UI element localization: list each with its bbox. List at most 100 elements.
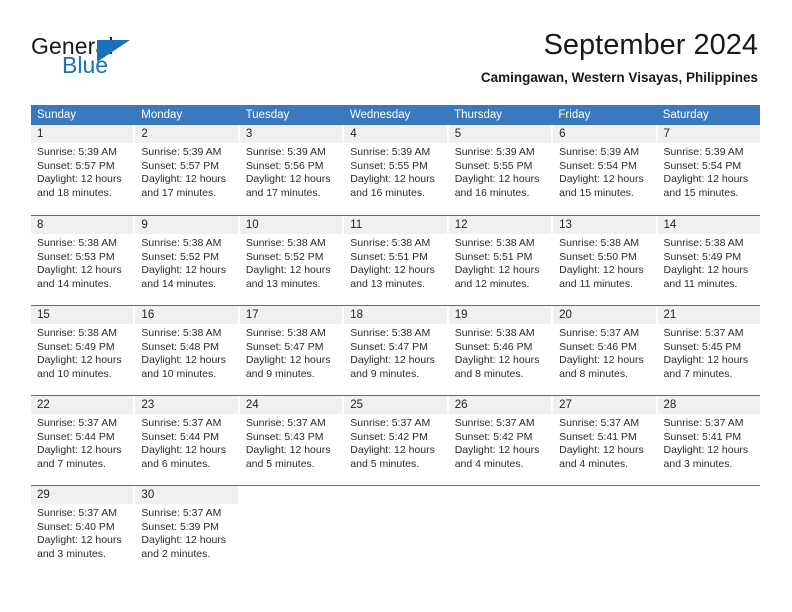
sunset-text: Sunset: 5:47 PM (245, 340, 324, 353)
weekday-header-row: Sunday Monday Tuesday Wednesday Thursday… (31, 105, 760, 125)
day-cell[interactable]: 9 Sunrise: 5:38 AM Sunset: 5:52 PM Dayli… (135, 216, 240, 305)
daylight-text-line2: and 10 minutes. (141, 367, 217, 380)
week-row: 8 Sunrise: 5:38 AM Sunset: 5:53 PM Dayli… (31, 215, 760, 305)
day-cell[interactable]: 5 Sunrise: 5:39 AM Sunset: 5:55 PM Dayli… (448, 125, 554, 215)
sunset-text: Sunset: 5:40 PM (37, 520, 115, 533)
day-cell[interactable]: 30 Sunrise: 5:37 AM Sunset: 5:39 PM Dayl… (135, 486, 240, 575)
daylight-text-line2: and 14 minutes. (141, 277, 217, 290)
day-cell[interactable]: 28 Sunrise: 5:37 AM Sunset: 5:41 PM Dayl… (657, 396, 760, 485)
day-cell[interactable]: 27 Sunrise: 5:37 AM Sunset: 5:41 PM Dayl… (553, 396, 658, 485)
daylight-text-line2: and 14 minutes. (37, 277, 112, 290)
day-number (240, 486, 342, 504)
brand-logo[interactable]: General Blue (31, 33, 251, 89)
daylight-text-line2: and 15 minutes. (559, 186, 634, 199)
sunset-text: Sunset: 5:51 PM (454, 250, 533, 263)
sunset-text: Sunset: 5:44 PM (141, 430, 220, 443)
daylight-text-line2: and 12 minutes. (454, 277, 530, 290)
day-cell[interactable]: 26 Sunrise: 5:37 AM Sunset: 5:42 PM Dayl… (448, 396, 554, 485)
sunset-text: Sunset: 5:53 PM (37, 250, 115, 263)
weekday-header-saturday: Saturday (662, 109, 709, 121)
daylight-text-line1: Daylight: 12 hours (245, 173, 331, 186)
daylight-text-line2: and 8 minutes. (454, 367, 524, 380)
day-number: 13 (553, 216, 656, 234)
day-cell[interactable]: 16 Sunrise: 5:38 AM Sunset: 5:48 PM Dayl… (135, 306, 240, 395)
day-cell-empty (449, 486, 554, 575)
sunrise-text: Sunrise: 5:37 AM (559, 327, 640, 339)
sunset-text: Sunset: 5:47 PM (350, 340, 428, 353)
day-number: 4 (344, 125, 447, 143)
sunrise-text: Sunrise: 5:37 AM (663, 417, 744, 429)
day-cell[interactable]: 17 Sunrise: 5:38 AM Sunset: 5:47 PM Dayl… (239, 306, 345, 395)
day-number (344, 486, 446, 504)
day-cell[interactable]: 11 Sunrise: 5:38 AM Sunset: 5:51 PM Dayl… (344, 216, 449, 305)
daylight-text-line1: Daylight: 12 hours (559, 354, 644, 367)
day-cell[interactable]: 1 Sunrise: 5:39 AM Sunset: 5:57 PM Dayli… (31, 125, 136, 215)
daylight-text-line1: Daylight: 12 hours (350, 173, 435, 186)
daylight-text-line1: Daylight: 12 hours (559, 173, 644, 186)
sunset-text: Sunset: 5:57 PM (37, 159, 115, 172)
sunset-text: Sunset: 5:50 PM (559, 250, 637, 263)
day-cell[interactable]: 4 Sunrise: 5:39 AM Sunset: 5:55 PM Dayli… (344, 125, 449, 215)
day-cell[interactable]: 12 Sunrise: 5:38 AM Sunset: 5:51 PM Dayl… (448, 216, 554, 305)
sunset-text: Sunset: 5:41 PM (559, 430, 637, 443)
day-cell[interactable]: 19 Sunrise: 5:38 AM Sunset: 5:46 PM Dayl… (448, 306, 554, 395)
day-cell[interactable]: 2 Sunrise: 5:39 AM Sunset: 5:57 PM Dayli… (135, 125, 240, 215)
sunset-text: Sunset: 5:42 PM (350, 430, 428, 443)
day-info: Sunrise: 5:37 AM Sunset: 5:45 PM Dayligh… (658, 324, 760, 381)
sunset-text: Sunset: 5:43 PM (245, 430, 324, 443)
sunrise-text: Sunrise: 5:38 AM (37, 237, 117, 249)
daylight-text-line1: Daylight: 12 hours (141, 534, 227, 547)
day-info: Sunrise: 5:37 AM Sunset: 5:44 PM Dayligh… (31, 414, 133, 471)
sunrise-text: Sunrise: 5:37 AM (37, 417, 117, 429)
day-cell[interactable]: 29 Sunrise: 5:37 AM Sunset: 5:40 PM Dayl… (31, 486, 136, 575)
day-number: 23 (135, 396, 238, 414)
day-cell[interactable]: 10 Sunrise: 5:38 AM Sunset: 5:52 PM Dayl… (239, 216, 345, 305)
day-number: 22 (31, 396, 134, 414)
sunrise-text: Sunrise: 5:38 AM (37, 327, 117, 339)
daylight-text-line2: and 2 minutes. (141, 547, 211, 560)
day-cell[interactable]: 22 Sunrise: 5:37 AM Sunset: 5:44 PM Dayl… (31, 396, 136, 485)
daylight-text-line1: Daylight: 12 hours (245, 264, 331, 277)
sunset-text: Sunset: 5:39 PM (141, 520, 220, 533)
daylight-text-line2: and 11 minutes. (559, 277, 634, 290)
daylight-text-line2: and 9 minutes. (245, 367, 315, 380)
sunset-text: Sunset: 5:49 PM (37, 340, 115, 353)
day-cell[interactable]: 13 Sunrise: 5:38 AM Sunset: 5:50 PM Dayl… (553, 216, 658, 305)
day-number: 5 (448, 125, 552, 143)
day-cell[interactable]: 20 Sunrise: 5:37 AM Sunset: 5:46 PM Dayl… (553, 306, 658, 395)
daylight-text-line2: and 7 minutes. (37, 457, 106, 470)
daylight-text-line2: and 4 minutes. (559, 457, 628, 470)
daylight-text-line1: Daylight: 12 hours (141, 173, 227, 186)
sunset-text: Sunset: 5:49 PM (663, 250, 742, 263)
day-info: Sunrise: 5:37 AM Sunset: 5:40 PM Dayligh… (31, 504, 133, 561)
day-info: Sunrise: 5:38 AM Sunset: 5:51 PM Dayligh… (344, 234, 446, 291)
day-cell[interactable]: 23 Sunrise: 5:37 AM Sunset: 5:44 PM Dayl… (135, 396, 240, 485)
day-cell[interactable]: 3 Sunrise: 5:39 AM Sunset: 5:56 PM Dayli… (239, 125, 345, 215)
day-cell[interactable]: 15 Sunrise: 5:38 AM Sunset: 5:49 PM Dayl… (31, 306, 136, 395)
day-cell[interactable]: 18 Sunrise: 5:38 AM Sunset: 5:47 PM Dayl… (344, 306, 449, 395)
sunset-text: Sunset: 5:54 PM (559, 159, 637, 172)
daylight-text-line2: and 5 minutes. (245, 457, 315, 470)
day-cell[interactable]: 6 Sunrise: 5:39 AM Sunset: 5:54 PM Dayli… (553, 125, 658, 215)
day-cell[interactable]: 7 Sunrise: 5:39 AM Sunset: 5:54 PM Dayli… (657, 125, 760, 215)
sunset-text: Sunset: 5:51 PM (350, 250, 428, 263)
daylight-text-line1: Daylight: 12 hours (37, 354, 122, 367)
daylight-text-line2: and 13 minutes. (245, 277, 321, 290)
day-cell[interactable]: 21 Sunrise: 5:37 AM Sunset: 5:45 PM Dayl… (657, 306, 760, 395)
day-number: 21 (657, 306, 760, 324)
daylight-text-line2: and 17 minutes. (245, 186, 321, 199)
day-number: 25 (344, 396, 447, 414)
sunrise-text: Sunrise: 5:39 AM (663, 146, 744, 158)
brand-name-blue: Blue (62, 52, 109, 78)
day-cell[interactable]: 8 Sunrise: 5:38 AM Sunset: 5:53 PM Dayli… (31, 216, 136, 305)
day-cell[interactable]: 25 Sunrise: 5:37 AM Sunset: 5:42 PM Dayl… (344, 396, 449, 485)
day-info: Sunrise: 5:38 AM Sunset: 5:49 PM Dayligh… (658, 234, 760, 291)
daylight-text-line2: and 3 minutes. (663, 457, 733, 470)
sunrise-text: Sunrise: 5:37 AM (663, 327, 744, 339)
daylight-text-line2: and 9 minutes. (350, 367, 420, 380)
daylight-text-line1: Daylight: 12 hours (454, 264, 540, 277)
sunrise-text: Sunrise: 5:38 AM (245, 327, 326, 339)
day-cell[interactable]: 14 Sunrise: 5:38 AM Sunset: 5:49 PM Dayl… (657, 216, 760, 305)
day-number: 10 (239, 216, 343, 234)
day-cell[interactable]: 24 Sunrise: 5:37 AM Sunset: 5:43 PM Dayl… (239, 396, 345, 485)
